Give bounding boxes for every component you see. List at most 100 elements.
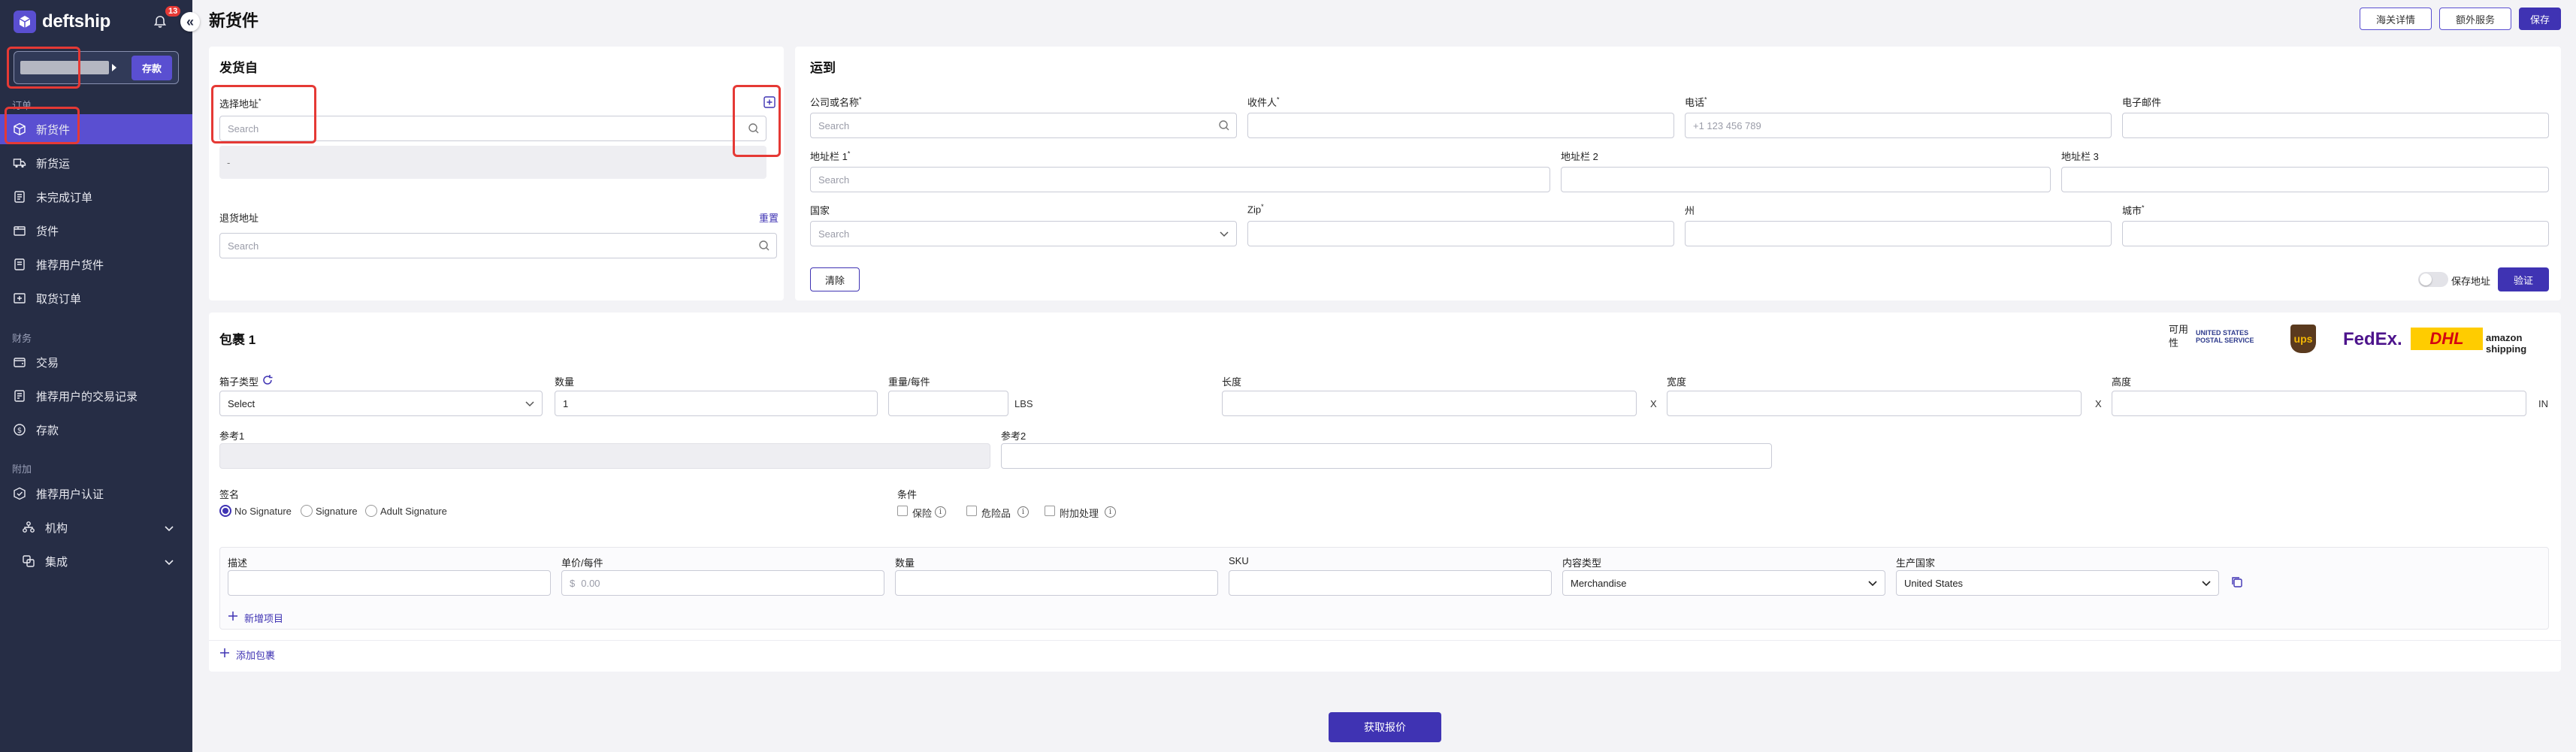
info-icon[interactable]: i bbox=[1105, 506, 1116, 518]
box-type-select[interactable]: Select bbox=[219, 391, 543, 416]
section-label-orders: 订单 bbox=[12, 100, 32, 111]
phone-input[interactable]: +1 123 456 789 bbox=[1685, 113, 2112, 138]
verify-button[interactable]: 验证 bbox=[2498, 267, 2549, 291]
checkbox-additional-handling[interactable] bbox=[1045, 506, 1055, 516]
save-address-label: 保存地址 bbox=[2451, 276, 2491, 287]
sidebar-item-pickup-orders[interactable]: 取货订单 bbox=[0, 283, 192, 313]
address2-input[interactable] bbox=[1561, 167, 2051, 192]
copy-item-icon[interactable] bbox=[2231, 576, 2243, 588]
company-input[interactable]: Search bbox=[810, 113, 1237, 138]
customs-details-button[interactable]: 海关详情 bbox=[2360, 8, 2432, 30]
ship-to-title: 运到 bbox=[810, 61, 836, 75]
info-icon[interactable]: i bbox=[1017, 506, 1029, 518]
clear-button[interactable]: 清除 bbox=[810, 267, 860, 291]
item-content-type-select[interactable]: Merchandise bbox=[1562, 570, 1885, 596]
sidebar-item-referral-shipments[interactable]: 推荐用户货件 bbox=[0, 249, 192, 279]
org-icon bbox=[21, 520, 36, 535]
return-address-input[interactable]: Search bbox=[219, 233, 777, 258]
email-input[interactable] bbox=[2122, 113, 2549, 138]
address3-label: 地址栏 3 bbox=[2061, 151, 2099, 162]
state-input[interactable] bbox=[1685, 221, 2112, 246]
ref2-label: 参考2 bbox=[1001, 430, 1026, 442]
extra-services-button[interactable]: 额外服务 bbox=[2439, 8, 2511, 30]
ship-from-title: 发货自 bbox=[219, 61, 258, 75]
address3-input[interactable] bbox=[2061, 167, 2549, 192]
save-button[interactable]: 保存 bbox=[2519, 8, 2561, 30]
wallet-icon bbox=[12, 355, 27, 370]
country-select[interactable]: Search bbox=[810, 221, 1237, 246]
reset-link[interactable]: 重置 bbox=[759, 210, 779, 225]
width-input[interactable] bbox=[1667, 391, 2082, 416]
sidebar-item-new-freight[interactable]: 新货运 bbox=[0, 148, 192, 178]
balance-selector[interactable]: 存款 bbox=[14, 51, 179, 84]
sidebar-item-organization[interactable]: 机构 bbox=[0, 512, 192, 542]
brand[interactable]: deftship bbox=[14, 11, 110, 33]
refresh-icon[interactable] bbox=[262, 374, 274, 386]
get-quote-button[interactable]: 获取报价 bbox=[1329, 712, 1441, 742]
sidebar-item-label: 存款 bbox=[36, 424, 59, 437]
sidebar-item-label: 推荐用户的交易记录 bbox=[36, 390, 138, 403]
ref1-label: 参考1 bbox=[219, 430, 245, 442]
sidebar-item-referral-verification[interactable]: 推荐用户认证 bbox=[0, 479, 192, 509]
phone-label: 电话* bbox=[1685, 95, 1707, 108]
select-address-input[interactable]: Search bbox=[219, 116, 766, 141]
add-address-icon[interactable] bbox=[763, 96, 776, 108]
radio-label: Adult Signature bbox=[380, 506, 447, 517]
info-icon[interactable]: i bbox=[935, 506, 946, 518]
quantity-label: 数量 bbox=[555, 376, 575, 388]
carrier-amazon: amazon shipping bbox=[2486, 332, 2527, 355]
item-description-input[interactable] bbox=[228, 570, 551, 596]
balance-value-redacted bbox=[20, 61, 109, 74]
item-quantity-input[interactable] bbox=[895, 570, 1218, 596]
sidebar-item-transactions[interactable]: 交易 bbox=[0, 347, 192, 377]
sidebar-item-label: 货件 bbox=[36, 225, 59, 238]
sidebar-item-shipments[interactable]: 货件 bbox=[0, 216, 192, 246]
pickup-icon bbox=[12, 291, 27, 306]
sidebar-item-integrations[interactable]: 集成 bbox=[0, 546, 192, 576]
sidebar-item-referral-transactions[interactable]: 推荐用户的交易记录 bbox=[0, 381, 192, 411]
carrier-ups: ups bbox=[2290, 325, 2316, 353]
list-icon bbox=[12, 189, 27, 204]
sidebar-item-incomplete-orders[interactable]: 未完成订单 bbox=[0, 182, 192, 212]
dim-unit: IN bbox=[2538, 398, 2548, 409]
search-icon bbox=[748, 123, 759, 134]
referral-shipment-icon bbox=[12, 257, 27, 272]
height-input[interactable] bbox=[2112, 391, 2526, 416]
checkbox-dangerous-goods[interactable] bbox=[966, 506, 977, 516]
address1-input[interactable]: Search bbox=[810, 167, 1550, 192]
length-label: 长度 bbox=[1222, 376, 1242, 388]
length-input[interactable] bbox=[1222, 391, 1637, 416]
sidebar-item-new-shipment[interactable]: 新货件 bbox=[0, 114, 192, 144]
column-header-description: 描述 bbox=[228, 557, 248, 569]
quantity-input[interactable]: 1 bbox=[555, 391, 878, 416]
item-price-input[interactable]: $ 0.00 bbox=[561, 570, 884, 596]
item-sku-input[interactable] bbox=[1229, 570, 1552, 596]
collapse-sidebar-button[interactable]: « bbox=[180, 12, 200, 32]
address2-label: 地址栏 2 bbox=[1561, 151, 1598, 162]
item-country-select[interactable]: United States bbox=[1896, 570, 2219, 596]
sidebar-item-label: 未完成订单 bbox=[36, 191, 93, 204]
ref1-input[interactable] bbox=[219, 443, 990, 469]
city-input[interactable] bbox=[2122, 221, 2549, 246]
add-package-button[interactable]: 添加包裹 bbox=[219, 648, 275, 662]
save-address-toggle[interactable] bbox=[2418, 272, 2448, 287]
radio-adult-signature[interactable] bbox=[365, 505, 377, 517]
city-label: 城市* bbox=[2122, 204, 2145, 216]
weight-input[interactable] bbox=[888, 391, 1008, 416]
chevron-down-icon bbox=[164, 523, 174, 536]
checkbox-insurance[interactable] bbox=[897, 506, 908, 516]
plus-icon bbox=[228, 611, 238, 625]
radio-signature[interactable] bbox=[301, 505, 313, 517]
ref2-input[interactable] bbox=[1001, 443, 1772, 469]
recipient-input[interactable] bbox=[1247, 113, 1674, 138]
add-item-button[interactable]: 新增项目 bbox=[228, 611, 283, 625]
sidebar-item-deposit[interactable]: $ 存款 bbox=[0, 415, 192, 445]
deposit-button[interactable]: 存款 bbox=[131, 55, 172, 80]
radio-no-signature[interactable] bbox=[219, 505, 231, 517]
checkbox-label: 附加处理 bbox=[1060, 508, 1099, 519]
ship-to-card: 运到 公司或名称* Search 收件人* 电话* +1 123 456 789… bbox=[795, 47, 2561, 300]
package-card: 包裹 1 可用性 UNITED STATES POSTAL SERVICE up… bbox=[209, 313, 2561, 672]
column-header-unit-price: 单价/每件 bbox=[561, 557, 603, 569]
zip-input[interactable] bbox=[1247, 221, 1674, 246]
carrier-dhl: DHL bbox=[2411, 328, 2483, 350]
